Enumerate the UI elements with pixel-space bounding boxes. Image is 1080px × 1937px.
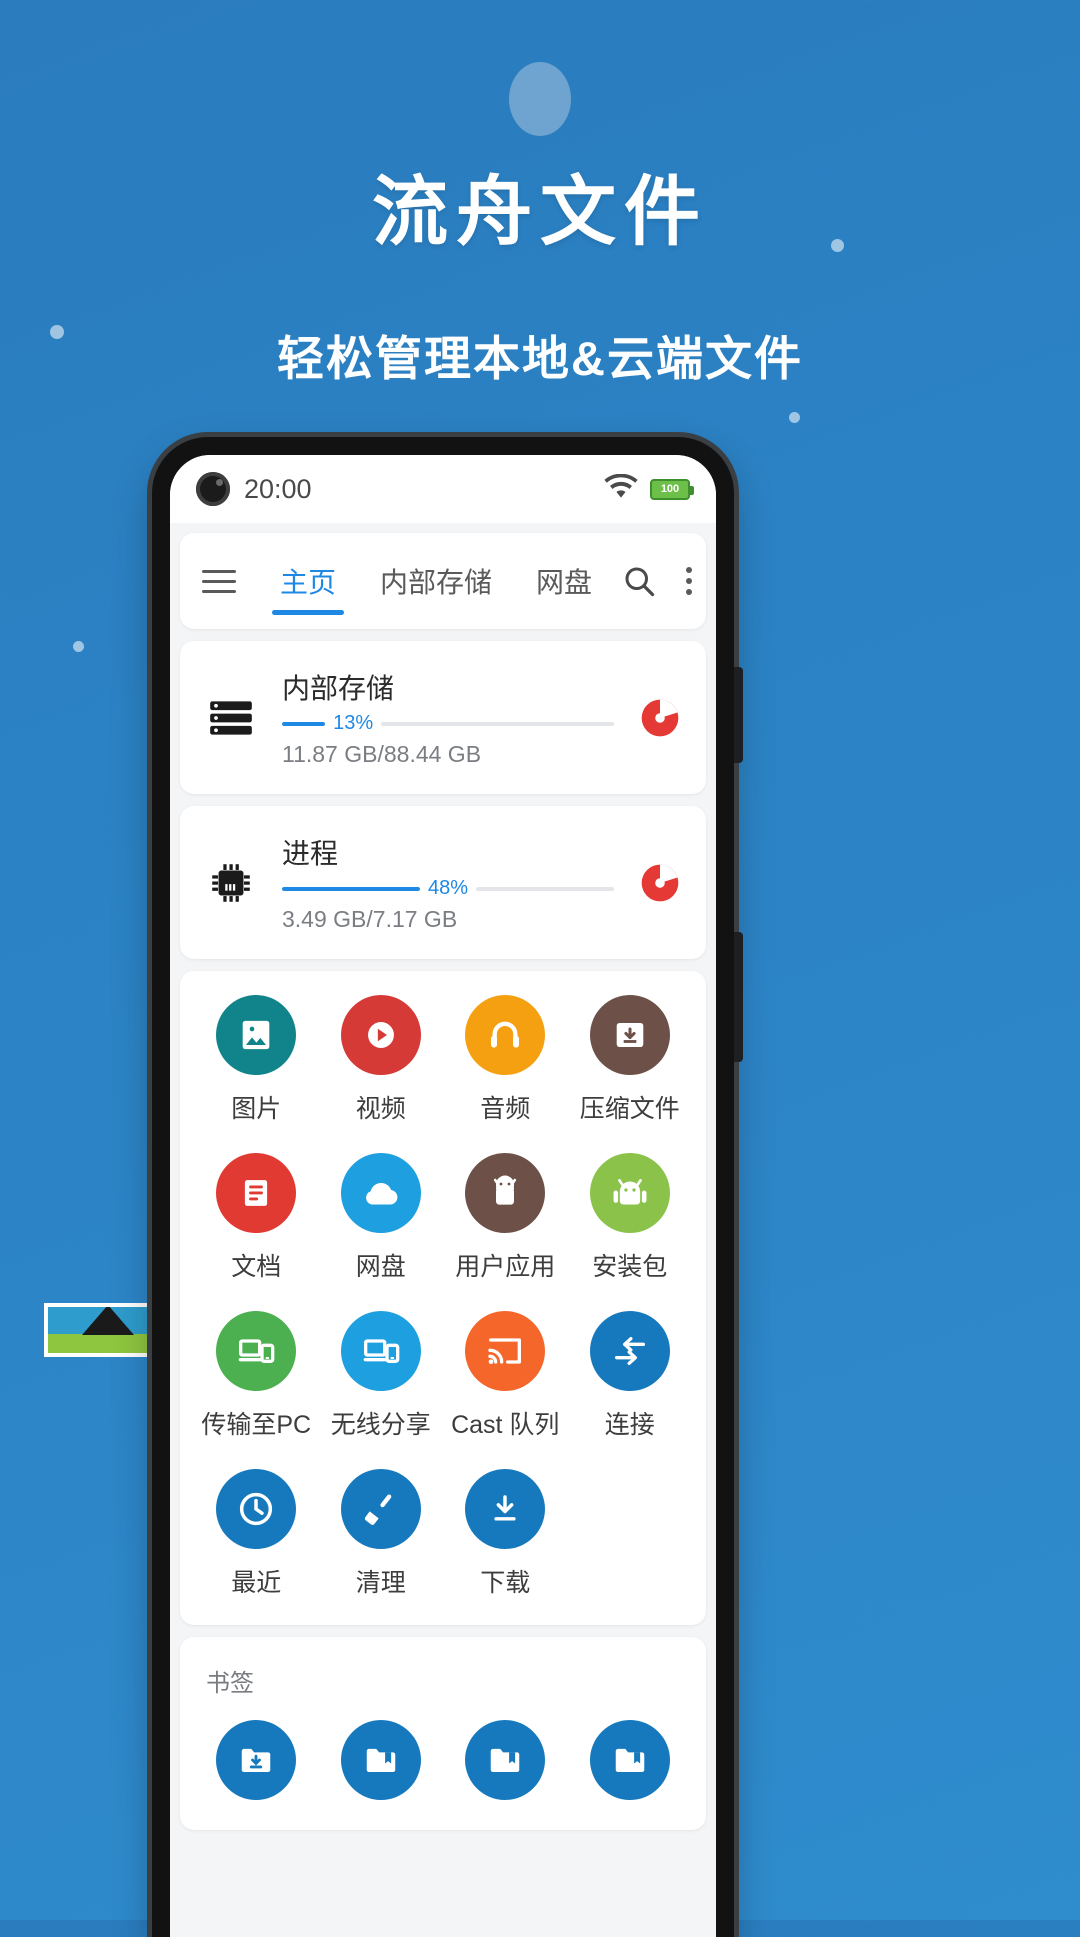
shortcut-label: 网盘 [355, 1253, 406, 1281]
storage-name: 内部存储 [282, 673, 395, 704]
decor-dot [73, 641, 84, 652]
shortcut-label: 音频 [480, 1095, 531, 1123]
folder-bookmark-icon [465, 1720, 546, 1800]
server-storage-icon [204, 691, 258, 745]
shortcut-recent[interactable]: 最近 [194, 1469, 319, 1599]
shortcut-clean[interactable]: 清理 [319, 1469, 444, 1599]
shortcut-label: 清理 [355, 1569, 406, 1597]
storage-card-process[interactable]: 进程 48% 3.49 GB/7.17 GB [180, 806, 706, 959]
hamburger-menu-icon[interactable] [202, 569, 236, 593]
thumbnail-image [48, 1307, 160, 1353]
send-to-pc-icon [216, 1311, 297, 1391]
shortcut-label: 用户应用 [455, 1253, 556, 1281]
shortcut-label: Cast 队列 [451, 1411, 560, 1439]
clock-icon [216, 1469, 297, 1549]
bookmarks-card: 书签 [180, 1637, 706, 1830]
shortcut-images[interactable]: 图片 [194, 995, 319, 1125]
bookmark-download-folder[interactable] [194, 1720, 319, 1800]
promo-title: 流舟文件 [372, 170, 708, 255]
app-logo [509, 62, 571, 136]
cast-icon [465, 1311, 546, 1391]
storage-name: 进程 [282, 838, 339, 869]
shortcut-send-to-pc[interactable]: 传输至PC [194, 1311, 319, 1441]
shortcut-archives[interactable]: 压缩文件 [568, 995, 693, 1125]
wifi-icon [604, 473, 638, 505]
wireless-share-icon [340, 1311, 421, 1391]
bookmark-folder-2[interactable] [319, 1720, 444, 1800]
android-robot-icon [465, 1153, 546, 1233]
connect-arrows-icon [589, 1311, 670, 1391]
tab-strip: 主页 内部存储 网盘 [258, 533, 614, 629]
shortcut-cast-queue[interactable]: Cast 队列 [443, 1311, 568, 1441]
storage-card-internal[interactable]: 内部存储 13% 11.87 GB/88.44 GB [180, 641, 706, 794]
tab-internal-storage[interactable]: 内部存储 [358, 533, 514, 629]
phone-screen: 20:00 100 主页 内部存储 网盘 内部存储 13% 11.87 GB/8… [170, 455, 716, 1937]
shortcut-grid: 图片 视频 音频 压缩文件 文档 网盘 用户应用 安装包 传输至PC 无线分享 … [180, 971, 706, 1625]
battery-level: 100 [660, 483, 680, 495]
promo-header: 流舟文件 轻松管理本地&云端文件 [0, 0, 1080, 389]
shortcut-wireless-share[interactable]: 无线分享 [319, 1311, 444, 1441]
pie-chart-icon[interactable] [638, 696, 682, 740]
storage-sizes: 3.49 GB/7.17 GB [282, 906, 458, 932]
tab-cloud-drive[interactable]: 网盘 [514, 533, 614, 629]
shortcut-label: 传输至PC [201, 1411, 312, 1439]
shortcut-label: 下载 [480, 1569, 531, 1597]
pie-chart-icon[interactable] [638, 861, 682, 905]
promo-subtitle: 轻松管理本地&云端文件 [277, 332, 803, 385]
status-clock: 20:00 [244, 473, 312, 504]
shortcut-label: 连接 [604, 1411, 655, 1439]
folder-download-icon [216, 1720, 297, 1800]
bookmark-folder-3[interactable] [443, 1720, 568, 1800]
shortcut-label: 最近 [231, 1569, 282, 1597]
bookmarks-grid [180, 1698, 706, 1830]
storage-progress-row: 13% [282, 712, 614, 735]
storage-sizes: 11.87 GB/88.44 GB [282, 741, 482, 767]
headphones-icon [465, 995, 546, 1075]
battery-icon: 100 [650, 478, 694, 500]
shortcut-documents[interactable]: 文档 [194, 1153, 319, 1283]
cpu-chip-icon [204, 856, 258, 910]
shortcut-label: 压缩文件 [579, 1095, 680, 1123]
android-apk-icon [589, 1153, 670, 1233]
top-app-bar: 主页 内部存储 网盘 [180, 533, 706, 629]
shortcut-connect[interactable]: 连接 [568, 1311, 693, 1441]
shortcut-download[interactable]: 下载 [443, 1469, 568, 1599]
folder-bookmark-icon [589, 1720, 670, 1800]
front-camera-punchhole [196, 472, 230, 506]
search-icon[interactable] [614, 556, 664, 606]
more-vertical-icon[interactable] [664, 556, 714, 606]
preview-thumbnail [44, 1303, 164, 1357]
storage-percent: 13% [333, 712, 374, 734]
shortcut-label: 安装包 [592, 1253, 668, 1281]
archive-box-icon [589, 995, 670, 1075]
storage-percent: 48% [427, 877, 469, 899]
cloud-icon [340, 1153, 421, 1233]
shortcut-videos[interactable]: 视频 [319, 995, 444, 1125]
shortcut-label: 文档 [231, 1253, 282, 1281]
bookmark-folder-4[interactable] [568, 1720, 693, 1800]
home-content: 内部存储 13% 11.87 GB/88.44 GB 进程 48% 3.49 G… [170, 641, 716, 1830]
status-bar: 20:00 100 [170, 455, 716, 523]
shortcut-label: 图片 [231, 1095, 282, 1123]
broom-clean-icon [340, 1469, 421, 1549]
phone-mockup: 20:00 100 主页 内部存储 网盘 内部存储 13% 11.87 GB/8… [152, 437, 743, 1937]
shortcut-audio[interactable]: 音频 [443, 995, 568, 1125]
phone-power-button [734, 932, 743, 1062]
folder-bookmark-icon [340, 1720, 421, 1800]
shortcut-label: 视频 [355, 1095, 406, 1123]
shortcut-label: 无线分享 [330, 1411, 431, 1439]
decor-dot [789, 412, 800, 423]
phone-volume-button [734, 667, 743, 763]
document-icon [216, 1153, 297, 1233]
bookmarks-title: 书签 [206, 1670, 254, 1697]
storage-progress-row: 48% [282, 877, 614, 900]
tab-home[interactable]: 主页 [258, 533, 358, 629]
shortcut-cloud-drive[interactable]: 网盘 [319, 1153, 444, 1283]
download-icon [465, 1469, 546, 1549]
shortcut-user-apps[interactable]: 用户应用 [443, 1153, 568, 1283]
play-circle-icon [340, 995, 421, 1075]
image-icon [216, 995, 297, 1075]
shortcut-apk[interactable]: 安装包 [568, 1153, 693, 1283]
